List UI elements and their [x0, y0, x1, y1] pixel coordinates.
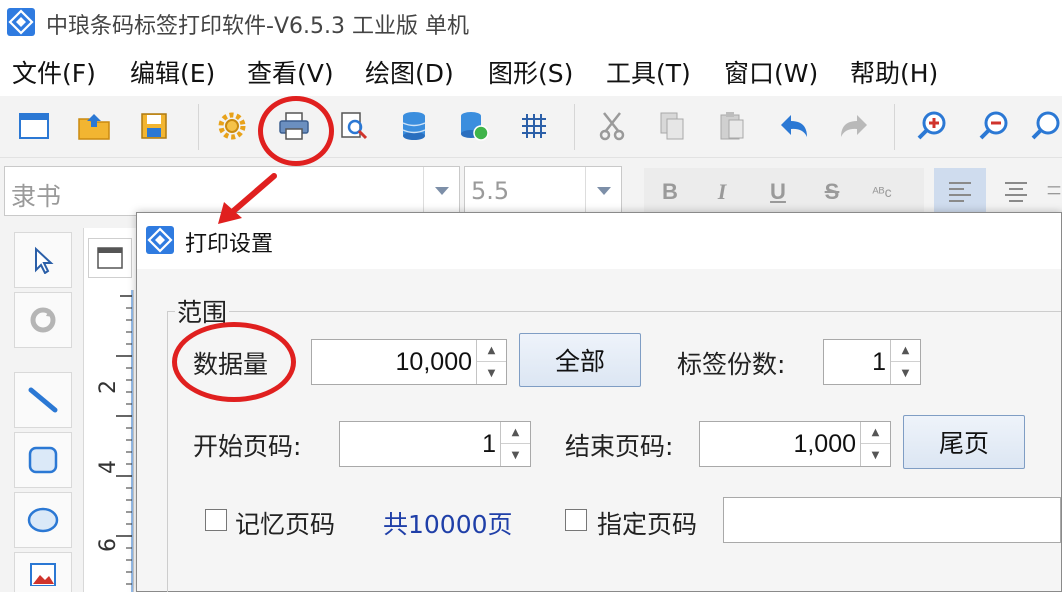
menu-draw[interactable]: 绘图(D)	[365, 54, 454, 90]
print-settings-dialog: 打印设置 范围 数据量 10,000 ▲ ▼ 全部 标签份数: 1 ▲ ▼ 开始…	[136, 212, 1062, 592]
select-pointer-icon[interactable]	[14, 232, 72, 288]
toolbar-separator	[198, 104, 199, 150]
data-count-spinbox[interactable]: 10,000 ▲ ▼	[311, 339, 507, 385]
drawing-tools-panel	[0, 228, 84, 592]
total-pages-text: 共10000页	[383, 510, 513, 539]
data-count-value: 10,000	[395, 348, 472, 376]
remember-page-label: 记忆页码	[235, 510, 336, 539]
diamond-logo-icon	[7, 8, 35, 36]
database-icon[interactable]	[394, 106, 434, 146]
spin-up-icon[interactable]: ▲	[477, 340, 506, 362]
font-size-combo[interactable]: 5.5	[464, 166, 622, 216]
red-arrow-icon	[218, 173, 277, 224]
title-bar: 中琅条码标签打印软件-V6.5.3 工业版 单机	[0, 0, 1062, 46]
toolbar-separator	[574, 104, 575, 150]
grid-icon[interactable]	[514, 106, 554, 146]
cut-icon[interactable]	[592, 106, 632, 146]
remember-page-checkbox[interactable]	[205, 509, 227, 531]
copy-icon[interactable]	[652, 106, 692, 146]
strikethrough-button[interactable]: S	[812, 170, 852, 214]
underline-button[interactable]: U	[758, 170, 798, 214]
copies-label: 标签份数:	[677, 350, 786, 379]
specify-page-label: 指定页码	[597, 510, 698, 539]
toolbar-separator	[894, 104, 895, 150]
align-left-icon[interactable]	[934, 168, 986, 216]
dialog-title: 打印设置	[185, 232, 274, 257]
end-page-label: 结束页码:	[565, 432, 674, 461]
print-highlight-circle	[258, 96, 334, 166]
font-name-value: 隶书	[11, 182, 62, 211]
main-toolbar	[0, 96, 1062, 158]
menu-view[interactable]: 查看(V)	[247, 54, 334, 90]
bold-button[interactable]: B	[650, 170, 690, 214]
spin-up-icon[interactable]: ▲	[891, 340, 920, 362]
ruler-mark-4: 4	[96, 460, 121, 474]
start-page-spinbox[interactable]: 1 ▲ ▼	[339, 421, 531, 467]
database-settings-icon[interactable]	[454, 106, 494, 146]
menu-bar: 文件(F) 编辑(E) 查看(V) 绘图(D) 图形(S) 工具(T) 窗口(W…	[0, 46, 1062, 96]
paste-icon[interactable]	[712, 106, 752, 146]
superscript-button[interactable]: ᴬᴮc	[862, 170, 902, 214]
italic-button[interactable]: I	[702, 170, 742, 214]
zoom-fit-icon[interactable]	[1030, 106, 1062, 146]
chevron-down-icon[interactable]	[423, 167, 459, 215]
align-center-icon[interactable]	[990, 168, 1042, 216]
start-page-spinner: ▲ ▼	[500, 422, 530, 466]
spin-down-icon[interactable]: ▼	[501, 444, 530, 466]
image-tool-icon[interactable]	[14, 552, 72, 592]
copies-spinbox[interactable]: 1 ▲ ▼	[823, 339, 921, 385]
menu-tools[interactable]: 工具(T)	[606, 54, 691, 90]
save-icon[interactable]	[134, 106, 174, 146]
chevron-down-icon[interactable]	[585, 167, 621, 215]
diamond-logo-icon	[146, 226, 174, 254]
document-tab[interactable]	[88, 238, 132, 278]
font-size-value: 5.5	[471, 177, 510, 205]
menu-file[interactable]: 文件(F)	[12, 54, 96, 90]
ruler-mark-6: 6	[96, 538, 121, 552]
spin-down-icon[interactable]: ▼	[861, 444, 890, 466]
spin-up-icon[interactable]: ▲	[501, 422, 530, 444]
end-page-value: 1,000	[793, 430, 856, 458]
end-page-spinner: ▲ ▼	[860, 422, 890, 466]
align-right-icon[interactable]	[1046, 168, 1062, 216]
menu-shape[interactable]: 图形(S)	[488, 54, 573, 90]
last-page-button[interactable]: 尾页	[903, 415, 1025, 469]
copies-value: 1	[872, 348, 886, 376]
data-count-spinner: ▲ ▼	[476, 340, 506, 384]
ruler-mark-2: 2	[96, 380, 121, 394]
zoom-out-icon[interactable]	[974, 106, 1014, 146]
start-page-label: 开始页码:	[193, 432, 302, 461]
vertical-ruler: 2 4 6	[86, 290, 134, 592]
ellipse-tool-icon[interactable]	[14, 492, 72, 548]
redo-icon[interactable]	[834, 106, 874, 146]
menu-edit[interactable]: 编辑(E)	[130, 54, 215, 90]
rounded-rectangle-tool-icon[interactable]	[14, 432, 72, 488]
copies-spinner: ▲ ▼	[890, 340, 920, 384]
zoom-in-icon[interactable]	[912, 106, 952, 146]
open-folder-icon[interactable]	[74, 106, 114, 146]
line-tool-icon[interactable]	[14, 372, 72, 428]
spin-down-icon[interactable]: ▼	[891, 362, 920, 384]
rotate-icon[interactable]	[14, 292, 72, 348]
start-page-value: 1	[482, 430, 496, 458]
window-title: 中琅条码标签打印软件-V6.5.3 工业版 单机	[46, 14, 469, 39]
spin-up-icon[interactable]: ▲	[861, 422, 890, 444]
specify-page-checkbox[interactable]	[565, 509, 587, 531]
menu-window[interactable]: 窗口(W)	[724, 54, 818, 90]
new-document-icon[interactable]	[14, 106, 54, 146]
specify-page-input[interactable]	[723, 497, 1061, 543]
settings-gear-icon[interactable]	[212, 106, 252, 146]
menu-help[interactable]: 帮助(H)	[850, 54, 938, 90]
print-preview-icon[interactable]	[334, 106, 374, 146]
undo-icon[interactable]	[774, 106, 814, 146]
data-count-highlight-circle	[172, 322, 296, 402]
spin-down-icon[interactable]: ▼	[477, 362, 506, 384]
end-page-spinbox[interactable]: 1,000 ▲ ▼	[699, 421, 891, 467]
all-button[interactable]: 全部	[519, 333, 641, 387]
